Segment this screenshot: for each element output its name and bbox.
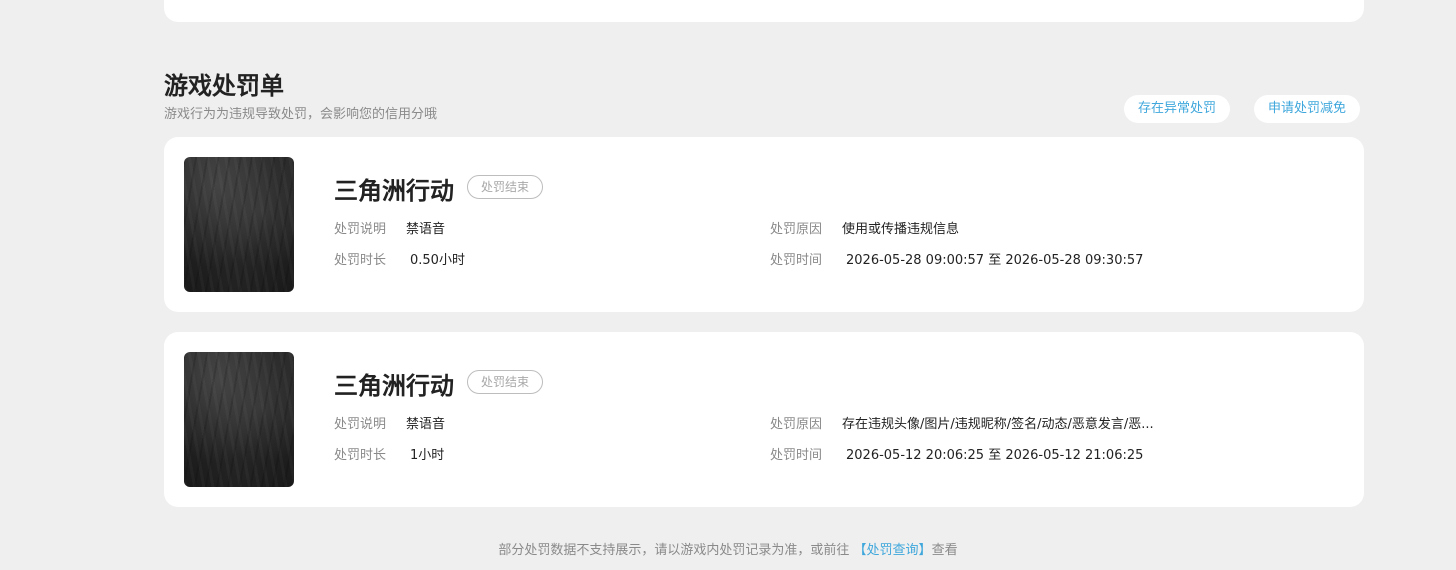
duration-value: 0.50小时	[410, 253, 465, 268]
time-value: 2026-05-12 20:06:25 至 2026-05-12 21:06:2…	[846, 448, 1144, 463]
status-badge: 处罚结束	[467, 175, 544, 199]
game-title: 三角洲行动	[334, 177, 454, 205]
apply-reduction-button[interactable]: 申请处罚减免	[1254, 95, 1361, 123]
duration-label: 处罚时长	[334, 253, 387, 268]
footer-text: 部分处罚数据不支持展示，请以游戏内处罚记录为准，或前往	[498, 543, 854, 558]
abnormal-penalty-button[interactable]: 存在异常处罚	[1124, 95, 1231, 123]
reason-label: 处罚原因	[770, 222, 823, 237]
description-label: 处罚说明	[334, 222, 387, 237]
penalty-query-link[interactable]: 【处罚查询】	[854, 543, 932, 558]
duration-value: 1小时	[410, 448, 445, 463]
duration-label: 处罚时长	[334, 448, 387, 463]
section-title: 游戏处罚单	[164, 72, 284, 100]
reason-value: 使用或传播违规信息	[842, 222, 960, 237]
footer-note: 部分处罚数据不支持展示，请以游戏内处罚记录为准，或前往 【处罚查询】查看	[0, 539, 1456, 558]
reason-label: 处罚原因	[770, 417, 823, 432]
time-label: 处罚时间	[770, 448, 823, 463]
previous-section-card	[164, 0, 1364, 22]
game-cover-image	[184, 352, 294, 487]
description-value: 禁语音	[406, 417, 446, 432]
description-value: 禁语音	[406, 222, 446, 237]
time-value: 2026-05-28 09:00:57 至 2026-05-28 09:30:5…	[846, 253, 1144, 268]
section-subtitle: 游戏行为为违规导致处罚，会影响您的信用分哦	[164, 107, 438, 122]
footer-text-after: 查看	[931, 543, 958, 558]
description-label: 处罚说明	[334, 417, 387, 432]
status-badge: 处罚结束	[467, 370, 544, 394]
reason-value: 存在违规头像/图片/违规昵称/签名/动态/恶意发言/恶...	[842, 417, 1154, 432]
penalty-record-card: 三角洲行动 处罚结束 处罚说明 禁语音 处罚时长 0.50小时 处罚原因 使用或…	[164, 137, 1364, 312]
game-title: 三角洲行动	[334, 372, 454, 400]
game-cover-image	[184, 157, 294, 292]
penalty-record-card: 三角洲行动 处罚结束 处罚说明 禁语音 处罚时长 1小时 处罚原因 存在违规头像…	[164, 332, 1364, 507]
time-label: 处罚时间	[770, 253, 823, 268]
